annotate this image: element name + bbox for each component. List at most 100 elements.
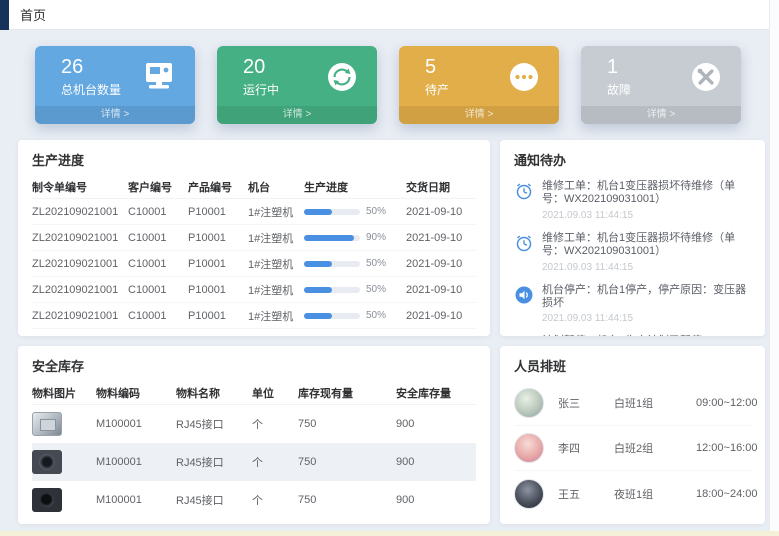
card-fault[interactable]: 1 故障 详情 > [581,46,741,124]
material-name-cell: RJ45接口 [176,454,252,470]
current-qty-cell: 750 [298,456,396,468]
material-image [32,450,62,474]
progress-cell: 90% [304,232,406,243]
material-code-cell: M100001 [96,456,176,468]
speaker-icon [514,285,534,305]
progress-bar-track [304,313,360,319]
ellipsis-icon [505,58,543,96]
progress-cell: 50% [304,310,406,321]
shift-time: 12:00~16:00 [690,442,757,454]
progress-bar-track [304,261,360,267]
customer-cell: C10001 [128,258,188,270]
col-safety-qty: 安全库存量 [396,385,476,401]
col-material-code: 物料编码 [96,385,176,401]
order-cell: ZL202109021001 [32,232,128,244]
card-total-machines[interactable]: 26 总机台数量 详情 > [35,46,195,124]
panel-production-progress: 生产进度 制令单编号 客户编号 产品编号 机台 生产进度 交货日期 ZL2021… [18,140,490,336]
customer-cell: C10001 [128,284,188,296]
production-table-header: 制令单编号 客户编号 产品编号 机台 生产进度 交货日期 [32,175,476,199]
card-waiting-value: 5 [425,56,449,78]
production-row: ZL202109021001 C10001 P10001 1#注塑机 50% 2… [32,199,476,225]
unit-cell: 个 [252,416,298,432]
current-qty-cell: 750 [298,418,396,430]
schedule-row: 李四 白班2组 12:00~16:00 [514,426,751,471]
order-cell: ZL202109021001 [32,206,128,218]
card-waiting-detail-link[interactable]: 详情 > [399,106,559,124]
progress-bar-track [304,235,360,241]
avatar [514,479,544,509]
material-name-cell: RJ45接口 [176,416,252,432]
col-product-no: 产品编号 [188,179,248,195]
notice-text: 计划暂停：机台1生产计划已暂停 [542,335,702,336]
progress-bar-fill [304,313,332,319]
avatar [514,388,544,418]
card-fault-value: 1 [607,56,631,78]
notice-time: 2021.09.03 11:44:15 [542,210,751,221]
machine-cell: 1#注塑机 [248,282,304,298]
progress-label: 50% [366,310,386,321]
progress-label: 50% [366,206,386,217]
material-image [32,412,62,436]
material-name-cell: RJ45接口 [176,492,252,508]
card-total-machines-value: 26 [61,56,121,78]
notice-time: 2021.09.03 11:44:15 [542,262,751,273]
product-cell: P10001 [188,258,248,270]
progress-bar-track [304,287,360,293]
progress-bar-track [304,209,360,215]
col-current-qty: 库存现有量 [298,385,396,401]
progress-cell: 50% [304,284,406,295]
order-cell: ZL202109021001 [32,310,128,322]
panel-personnel-schedule: 人员排班 张三 白班1组 09:00~12:00 李四 白班2组 12:00~1… [500,346,765,524]
machine-cell: 1#注塑机 [248,204,304,220]
stock-row: M100001 RJ45接口 个 750 900 [32,405,476,443]
panel-notices-title: 通知待办 [514,150,751,169]
card-running[interactable]: 20 运行中 详情 > [217,46,377,124]
col-customer-no: 客户编号 [128,179,188,195]
tab-home[interactable]: 首页 [20,5,46,24]
notice-text: 机台停产：机台1停产，停产原因：变压器损坏 [542,284,751,311]
notice-item: 机台停产：机台1停产，停产原因：变压器损坏 2021.09.03 11:44:1… [514,279,751,331]
panel-stock-title: 安全库存 [32,356,476,375]
shift-name: 夜班1组 [614,486,690,502]
product-cell: P10001 [188,232,248,244]
col-unit: 单位 [252,385,298,401]
col-machine: 机台 [248,179,304,195]
card-fault-detail-link[interactable]: 详情 > [581,106,741,124]
card-running-detail-link[interactable]: 详情 > [217,106,377,124]
shift-name: 白班1组 [614,395,690,411]
clock-icon [514,181,534,201]
col-delivery-date: 交货日期 [406,179,476,195]
production-row: ZL202109021001 C10001 P10001 1#注塑机 90% 2… [32,225,476,251]
schedule-row: 王五 夜班1组 18:00~24:00 [514,471,751,516]
stock-table-header: 物料图片 物料编码 物料名称 单位 库存现有量 安全库存量 [32,381,476,405]
avatar [514,433,544,463]
date-cell: 2021-09-10 [406,258,476,270]
card-total-machines-detail-link[interactable]: 详情 > [35,106,195,124]
card-running-label: 运行中 [243,81,279,98]
progress-bar-fill [304,261,332,267]
safety-qty-cell: 900 [396,494,476,506]
notice-item: 计划暂停：机台1生产计划已暂停 2021.09.03 11:44:15 [514,330,751,336]
machine-cell: 1#注塑机 [248,308,304,324]
date-cell: 2021-09-10 [406,310,476,322]
scrollbar-gutter [769,0,779,536]
person-name: 王五 [558,486,614,502]
production-row: ZL202109021001 C10001 P10001 1#注塑机 50% 2… [32,251,476,277]
progress-bar-fill [304,287,332,293]
col-progress: 生产进度 [304,179,406,195]
notice-text: 维修工单：机台1变压器损坏待维修（单号：WX202109031001） [542,232,751,259]
col-material-image: 物料图片 [32,385,96,401]
date-cell: 2021-09-10 [406,232,476,244]
panel-schedule-title: 人员排班 [514,356,751,375]
material-code-cell: M100001 [96,418,176,430]
customer-cell: C10001 [128,232,188,244]
card-waiting-label: 待产 [425,81,449,98]
card-waiting[interactable]: 5 待产 详情 > [399,46,559,124]
tab-bar: 首页 [0,0,779,30]
schedule-row: 张三 白班1组 09:00~12:00 [514,381,751,426]
card-running-value: 20 [243,56,279,78]
production-row: ZL202109021001 C10001 P10001 1#注塑机 50% 2… [32,277,476,303]
progress-label: 50% [366,258,386,269]
date-cell: 2021-09-10 [406,206,476,218]
product-cell: P10001 [188,310,248,322]
